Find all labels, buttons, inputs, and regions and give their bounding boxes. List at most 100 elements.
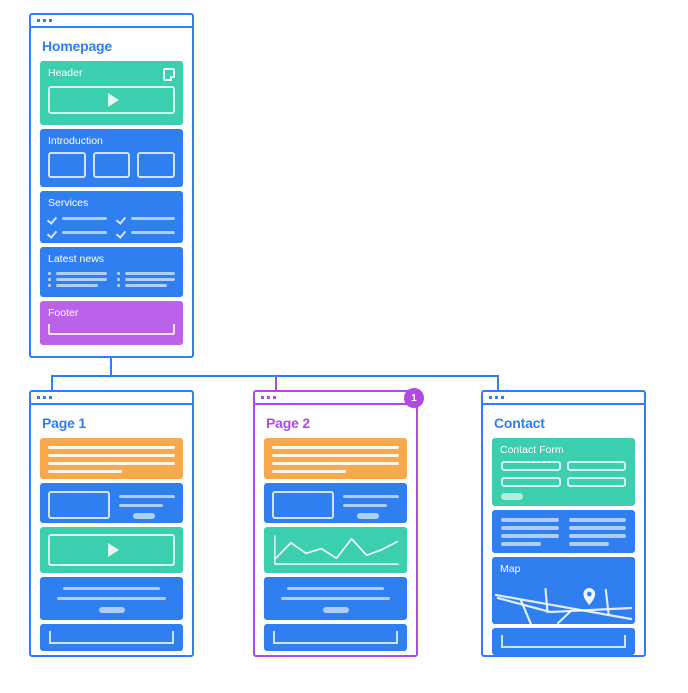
card-contact[interactable]: Contact Contact Form Map bbox=[481, 390, 646, 657]
section-two-column-lines[interactable] bbox=[492, 510, 635, 553]
section-label-footer: Footer bbox=[48, 307, 79, 319]
bullet-icon bbox=[116, 271, 120, 275]
section-media-text[interactable] bbox=[264, 483, 407, 523]
check-icon bbox=[117, 214, 126, 223]
section-line-chart[interactable] bbox=[264, 527, 407, 573]
news-item bbox=[48, 271, 107, 275]
map-road-secondary bbox=[496, 596, 633, 613]
card-page1[interactable]: Page 1 bbox=[29, 390, 194, 657]
button-placeholder[interactable] bbox=[133, 513, 155, 519]
window-dot-icon bbox=[495, 396, 498, 399]
map-svg bbox=[494, 587, 633, 624]
video-player-placeholder[interactable] bbox=[48, 534, 175, 566]
chart-series-line bbox=[274, 537, 398, 560]
text-line bbox=[62, 587, 161, 590]
text-line bbox=[568, 534, 626, 538]
form-input-field[interactable] bbox=[566, 460, 626, 471]
window-dot-icon bbox=[501, 396, 504, 399]
form-input-field[interactable] bbox=[501, 460, 561, 471]
section-latest-news[interactable]: Latest news bbox=[40, 247, 183, 297]
section-text-lines[interactable] bbox=[40, 438, 183, 479]
connector-drop-contact bbox=[497, 375, 499, 390]
window-dot-icon bbox=[49, 396, 52, 399]
play-icon bbox=[107, 543, 119, 557]
page-title-contact: Contact bbox=[494, 415, 545, 431]
page-title-page1: Page 1 bbox=[42, 415, 86, 431]
news-line bbox=[56, 283, 99, 287]
section-media-text[interactable] bbox=[40, 483, 183, 523]
map-pin-hole bbox=[586, 591, 592, 596]
section-video[interactable] bbox=[40, 527, 183, 573]
window-dot-icon bbox=[489, 396, 492, 399]
news-line bbox=[124, 271, 175, 275]
image-placeholder bbox=[48, 491, 110, 519]
text-column bbox=[568, 518, 626, 546]
button-placeholder[interactable] bbox=[98, 607, 125, 613]
section-footer-bar[interactable] bbox=[264, 624, 407, 651]
section-introduction[interactable]: Introduction bbox=[40, 129, 183, 187]
text-line bbox=[286, 587, 385, 590]
text-line bbox=[568, 542, 609, 546]
line-chart bbox=[264, 527, 407, 573]
check-icon bbox=[117, 228, 126, 237]
news-item bbox=[116, 283, 176, 287]
text-line bbox=[343, 495, 399, 498]
text-column bbox=[343, 491, 399, 519]
section-footer-bar[interactable] bbox=[40, 624, 183, 651]
section-services[interactable]: Services bbox=[40, 191, 183, 243]
section-contact-form[interactable]: Contact Form bbox=[492, 438, 635, 506]
map-pin-icon bbox=[583, 587, 596, 605]
hero-video-placeholder bbox=[48, 85, 175, 114]
status-badge-page2[interactable]: 1 bbox=[404, 388, 424, 408]
form-input-field[interactable] bbox=[566, 476, 626, 487]
thumbnail-box bbox=[48, 151, 86, 178]
check-line bbox=[130, 230, 175, 234]
news-line bbox=[124, 277, 175, 281]
thumbnail-box bbox=[92, 151, 131, 178]
news-lists bbox=[40, 266, 183, 297]
services-column bbox=[48, 214, 107, 242]
text-line bbox=[48, 462, 175, 465]
map-preview[interactable] bbox=[492, 579, 635, 624]
button-placeholder[interactable] bbox=[322, 607, 349, 613]
card-body-page1: Page 1 bbox=[31, 405, 192, 660]
bullet-icon bbox=[116, 277, 120, 281]
section-label-header: Header bbox=[48, 67, 83, 79]
section-centered-text[interactable] bbox=[264, 577, 407, 620]
section-label-latest-news: Latest news bbox=[48, 253, 105, 265]
window-dot-icon bbox=[37, 396, 40, 399]
section-centered-text[interactable] bbox=[40, 577, 183, 620]
text-line bbox=[501, 526, 559, 530]
form-input-field[interactable] bbox=[501, 476, 561, 487]
titlebar-contact bbox=[483, 392, 644, 405]
section-footer[interactable]: Footer bbox=[40, 301, 183, 345]
centered-text bbox=[264, 577, 407, 620]
form-submit-button[interactable] bbox=[501, 492, 523, 500]
footer-bar bbox=[49, 631, 174, 644]
text-line bbox=[272, 446, 399, 449]
card-page2[interactable]: Page 2 bbox=[253, 390, 418, 657]
titlebar-page2 bbox=[255, 392, 416, 405]
two-column-lines bbox=[492, 510, 635, 553]
section-text-lines[interactable] bbox=[264, 438, 407, 479]
bullet-icon bbox=[48, 271, 51, 275]
page-title-page2: Page 2 bbox=[266, 415, 310, 431]
news-column bbox=[48, 271, 107, 290]
news-item bbox=[48, 277, 107, 281]
button-placeholder[interactable] bbox=[357, 513, 379, 519]
check-icon bbox=[48, 228, 57, 237]
window-dot-icon bbox=[37, 19, 40, 22]
footer-bar bbox=[273, 631, 398, 644]
text-line bbox=[568, 518, 626, 522]
section-map[interactable]: Map bbox=[492, 557, 635, 624]
window-dot-icon bbox=[267, 396, 270, 399]
check-line bbox=[62, 230, 107, 234]
section-footer-bar[interactable] bbox=[492, 628, 635, 655]
card-body-page2: Page 2 bbox=[255, 405, 416, 660]
map-road bbox=[557, 610, 571, 624]
section-header[interactable]: Header bbox=[40, 61, 183, 125]
services-checklist bbox=[40, 210, 183, 243]
footer-bar bbox=[501, 635, 626, 648]
card-homepage[interactable]: Homepage Header Introduction Services La… bbox=[29, 13, 194, 358]
check-icon bbox=[48, 214, 57, 223]
